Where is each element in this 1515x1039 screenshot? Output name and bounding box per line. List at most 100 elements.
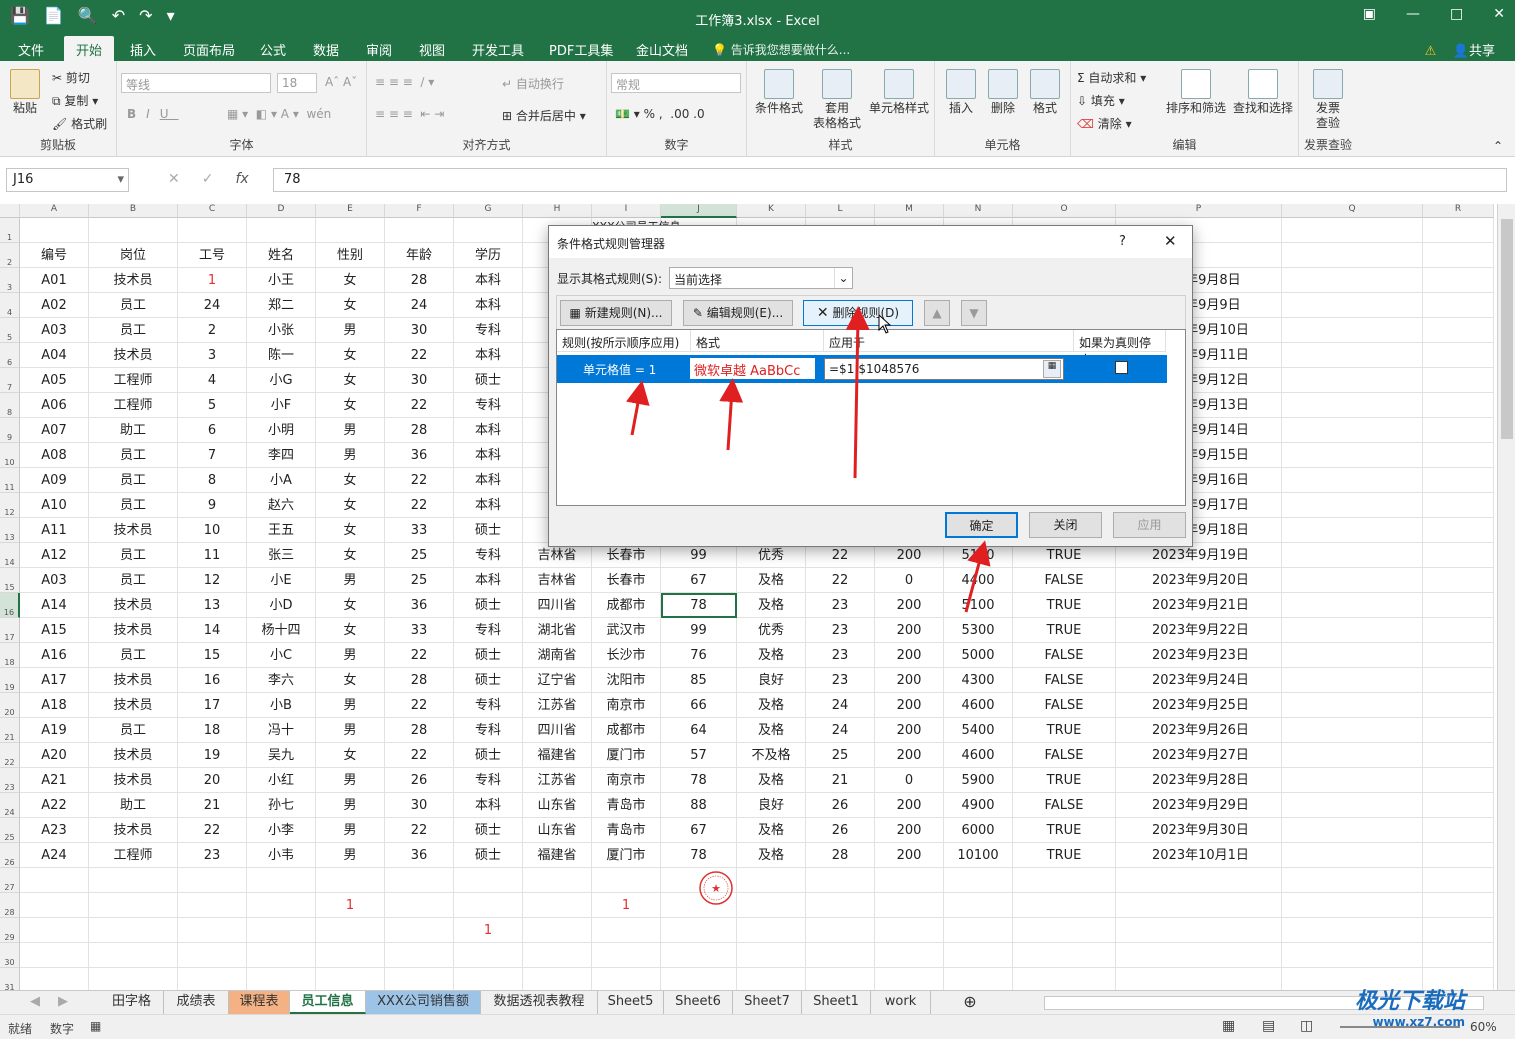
cell[interactable] [737,943,806,968]
cell[interactable]: 19 [178,743,247,768]
cell[interactable] [247,943,316,968]
cell[interactable]: 硕士 [454,643,523,668]
cell[interactable]: FALSE [1013,643,1116,668]
cell[interactable]: 26 [806,793,875,818]
cell[interactable]: 硕士 [454,843,523,868]
cell[interactable]: 4600 [944,743,1013,768]
row-header[interactable]: 11 [0,468,20,493]
cell[interactable]: 技术员 [89,818,178,843]
cell[interactable]: FALSE [1013,668,1116,693]
cell[interactable]: 25 [806,743,875,768]
cell[interactable]: 女 [316,293,385,318]
cell[interactable]: 85 [661,668,737,693]
cell[interactable]: 23 [806,593,875,618]
cell[interactable] [661,943,737,968]
add-sheet-icon[interactable]: ⊕ [955,991,985,1014]
sheet-tab[interactable]: Sheet7 [733,991,802,1014]
cell[interactable] [316,868,385,893]
cell[interactable]: A11 [20,518,89,543]
number-format-icons[interactable]: 💵 ▾ % ‚ .00 .0 [615,107,705,121]
tab-data[interactable]: 数据 [313,40,339,59]
cell[interactable]: 4900 [944,793,1013,818]
cell[interactable]: 本科 [454,293,523,318]
cell[interactable]: 员工 [89,293,178,318]
sheet-tab[interactable]: XXX公司销售额 [366,991,481,1014]
cell[interactable]: 技术员 [89,743,178,768]
cell[interactable]: 及格 [737,568,806,593]
cell[interactable] [178,868,247,893]
cell[interactable]: 67 [661,818,737,843]
cell[interactable] [385,868,454,893]
cell[interactable] [1423,418,1494,443]
cell[interactable]: 成都市 [592,593,661,618]
stop-if-true-checkbox[interactable] [1115,361,1128,374]
cell[interactable] [1282,693,1423,718]
cell[interactable] [1013,868,1116,893]
cell[interactable]: 男 [316,718,385,743]
cell[interactable]: TRUE [1013,818,1116,843]
cell[interactable]: 女 [316,668,385,693]
cell[interactable]: 200 [875,643,944,668]
cell[interactable] [1282,818,1423,843]
cell[interactable]: 硕士 [454,368,523,393]
row-header[interactable]: 22 [0,743,20,768]
cell[interactable]: 26 [385,768,454,793]
cell[interactable] [1423,368,1494,393]
cell[interactable] [1282,393,1423,418]
cell[interactable] [454,893,523,918]
cell[interactable]: 技术员 [89,518,178,543]
cell[interactable] [178,918,247,943]
row-header[interactable]: 25 [0,818,20,843]
cell[interactable]: 长沙市 [592,643,661,668]
cell[interactable]: 22 [178,818,247,843]
cell[interactable]: 学历 [454,243,523,268]
sheet-tab[interactable]: Sheet6 [664,991,733,1014]
cell[interactable]: 78 [661,843,737,868]
cell[interactable]: 辽宁省 [523,668,592,693]
cell[interactable] [89,943,178,968]
cell[interactable]: 小D [247,593,316,618]
zoom-level[interactable]: 60% [1470,1020,1497,1034]
cell[interactable]: 0 [875,568,944,593]
cell[interactable]: 76 [661,643,737,668]
cell[interactable]: A03 [20,318,89,343]
cell[interactable]: TRUE [1013,593,1116,618]
cell[interactable]: 21 [806,768,875,793]
cell[interactable]: A18 [20,693,89,718]
cell[interactable]: 技术员 [89,593,178,618]
show-rules-select[interactable]: 当前选择 ⌄ [669,267,853,289]
cell[interactable]: 22 [385,468,454,493]
cell[interactable]: 女 [316,393,385,418]
cell[interactable]: 5900 [944,768,1013,793]
cell[interactable]: 男 [316,768,385,793]
column-header[interactable]: C [178,204,247,218]
cell[interactable]: 及格 [737,593,806,618]
cell[interactable]: 良好 [737,668,806,693]
cell[interactable]: 青岛市 [592,818,661,843]
cell[interactable]: A15 [20,618,89,643]
cell[interactable] [875,968,944,990]
maximize-icon[interactable]: □ [1450,6,1463,22]
cell[interactable]: A10 [20,493,89,518]
row-header[interactable]: 16 [0,593,20,618]
cell[interactable] [1282,893,1423,918]
cell[interactable]: 小C [247,643,316,668]
cell[interactable]: 15 [178,643,247,668]
cell[interactable]: 36 [385,843,454,868]
cell[interactable]: 助工 [89,418,178,443]
find-select-button[interactable]: 查找和选择 [1231,69,1295,116]
cell[interactable]: 小F [247,393,316,418]
cell[interactable]: 张三 [247,543,316,568]
row-header[interactable]: 15 [0,568,20,593]
cell[interactable] [592,968,661,990]
cell[interactable]: 0 [875,768,944,793]
merge-center-button[interactable]: ⊞ 合并后居中 ▾ [502,107,586,124]
close-button[interactable]: 关闭 [1029,512,1102,538]
row-header[interactable]: 10 [0,443,20,468]
row-header[interactable]: 28 [0,893,20,918]
cell[interactable] [1013,893,1116,918]
cell[interactable]: A23 [20,818,89,843]
range-picker-icon[interactable]: ▦ [1043,360,1061,378]
wrap-text-button[interactable]: ↵ 自动换行 [502,75,564,92]
cell[interactable] [523,918,592,943]
